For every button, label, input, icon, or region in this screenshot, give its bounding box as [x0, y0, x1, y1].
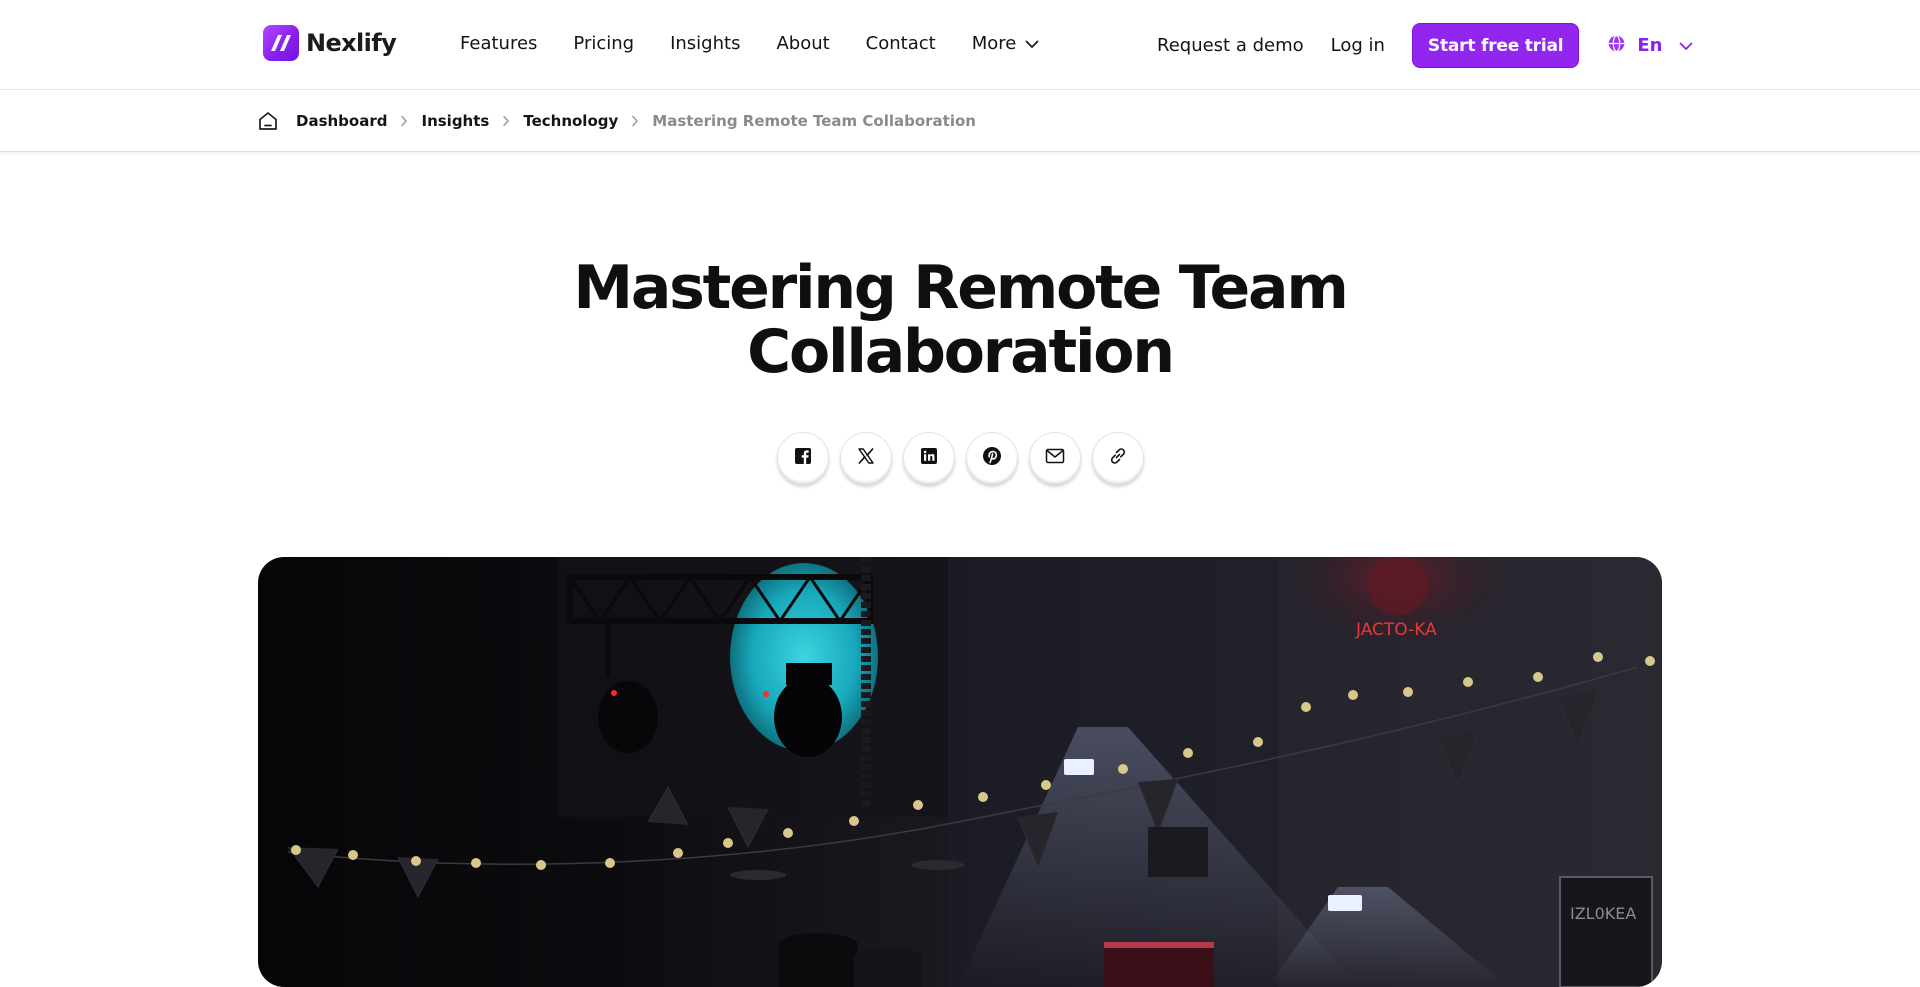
chevron-right-icon	[631, 115, 639, 127]
login-link[interactable]: Log in	[1331, 35, 1385, 56]
nav-pricing[interactable]: Pricing	[573, 33, 634, 54]
share-x-button[interactable]	[840, 432, 892, 484]
facebook-icon	[794, 447, 812, 469]
globe-icon	[1607, 34, 1626, 58]
share-email-button[interactable]	[1029, 432, 1081, 484]
breadcrumb: Dashboard Insights Technology Mastering …	[257, 109, 976, 133]
request-demo-link[interactable]: Request a demo	[1157, 35, 1304, 56]
breadcrumb-current: Mastering Remote Team Collaboration	[652, 112, 976, 130]
chevron-down-icon	[1679, 35, 1693, 56]
chevron-right-icon	[502, 115, 510, 127]
share-facebook-button[interactable]	[777, 432, 829, 484]
breadcrumb-insights[interactable]: Insights	[421, 112, 489, 130]
nav-more-label: More	[971, 33, 1017, 54]
pinterest-icon	[982, 446, 1002, 470]
chevron-right-icon	[400, 115, 408, 127]
breadcrumb-technology[interactable]: Technology	[523, 112, 618, 130]
svg-text:JACTO-KA: JACTO-KA	[1355, 620, 1437, 640]
stage-photo: JACTO-KA IZL0KEA	[287, 557, 1662, 987]
email-icon	[1045, 448, 1065, 468]
linkedin-icon	[920, 447, 938, 469]
breadcrumb-bar: Dashboard Insights Technology Mastering …	[0, 90, 1920, 152]
main-nav: Features Pricing Insights About Contact …	[460, 33, 1075, 54]
nexlify-logo-icon	[263, 25, 299, 61]
copy-link-button[interactable]	[1092, 432, 1144, 484]
home-icon[interactable]	[257, 110, 279, 132]
breadcrumb-dashboard[interactable]: Dashboard	[296, 112, 387, 130]
start-trial-button[interactable]: Start free trial	[1411, 23, 1580, 68]
header-actions: Request a demo Log in Start free trial E…	[1157, 23, 1693, 68]
language-label: En	[1637, 35, 1663, 56]
nav-features[interactable]: Features	[460, 33, 537, 54]
nav-insights[interactable]: Insights	[670, 33, 740, 54]
link-icon	[1107, 445, 1129, 471]
svg-text:IZL0KEA: IZL0KEA	[1570, 904, 1636, 923]
share-pinterest-button[interactable]	[966, 432, 1018, 484]
x-icon	[857, 447, 875, 469]
chevron-down-icon	[1025, 33, 1039, 54]
nav-contact[interactable]: Contact	[866, 33, 936, 54]
share-buttons	[777, 432, 1155, 484]
site-header: Nexlify Features Pricing Insights About …	[0, 0, 1920, 90]
article-title: Mastering Remote Team Collaboration	[573, 253, 1349, 387]
share-linkedin-button[interactable]	[903, 432, 955, 484]
nav-about[interactable]: About	[776, 33, 829, 54]
brand-logo[interactable]: Nexlify	[263, 25, 397, 61]
nav-more-dropdown[interactable]: More	[972, 33, 1040, 54]
language-selector[interactable]: En	[1607, 34, 1692, 58]
hero-image: JACTO-KA IZL0KEA	[258, 557, 1662, 987]
brand-name: Nexlify	[306, 29, 397, 57]
